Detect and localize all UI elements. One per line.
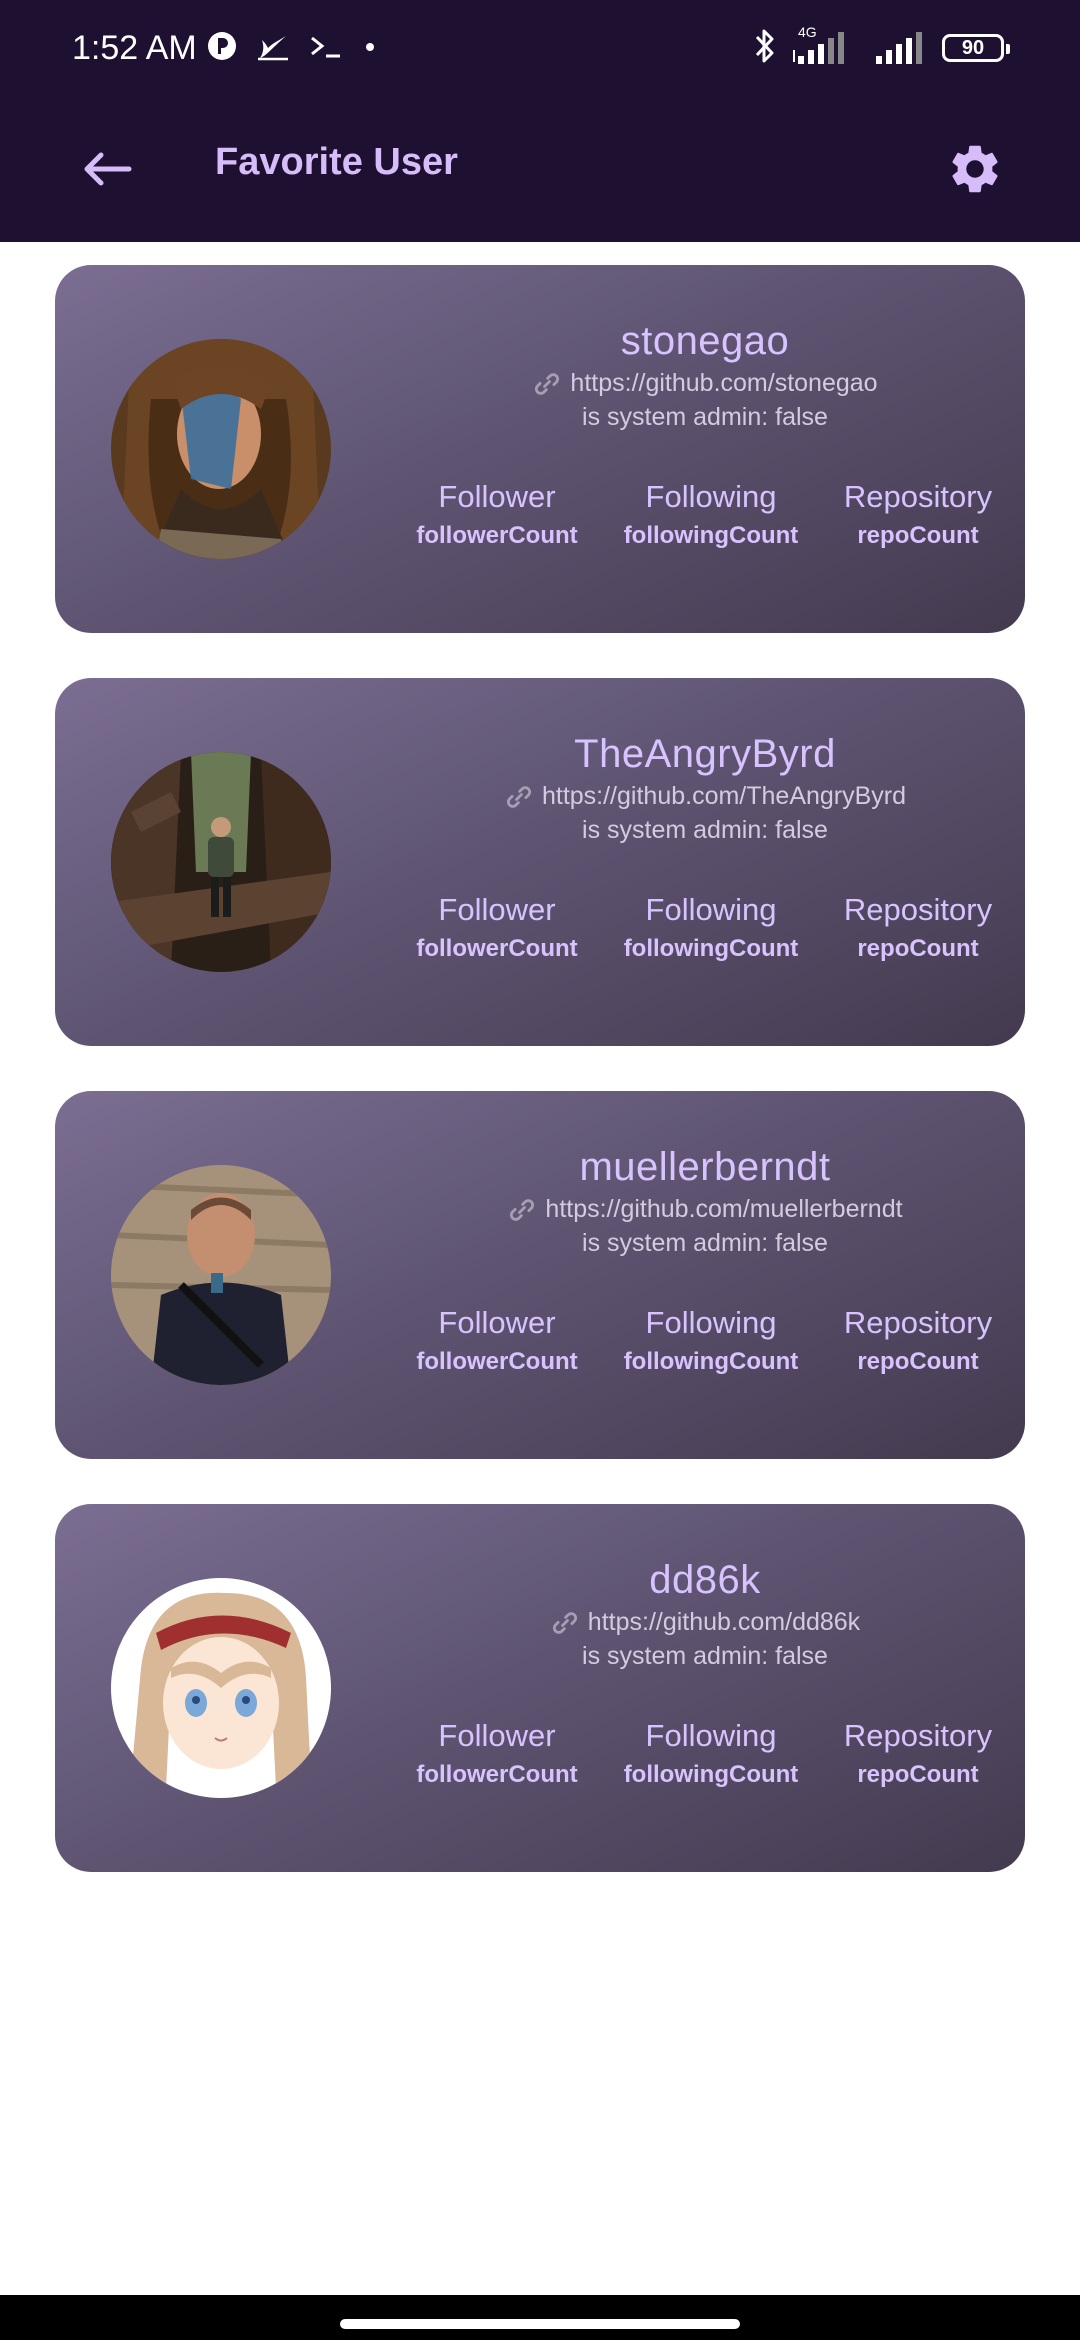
username: TheAngryByrd <box>574 732 836 776</box>
admin-status: is system admin: false <box>582 1642 828 1670</box>
stat-repository: Repository repoCount <box>818 888 1018 966</box>
stat-following: Following followingCount <box>611 888 811 966</box>
user-card[interactable]: stonegao https://github.com/stonegao is … <box>55 265 1025 633</box>
stat-value: followerCount <box>416 1761 578 1788</box>
notification-icon <box>206 30 238 67</box>
stat-value: repoCount <box>857 935 979 962</box>
terminal-icon <box>308 30 342 67</box>
stat-label: Repository <box>843 892 993 927</box>
stat-repository: Repository repoCount <box>818 1301 1018 1379</box>
stat-follower: Follower followerCount <box>397 888 597 966</box>
profile-url-row[interactable]: https://github.com/muellerberndt <box>355 1191 1025 1227</box>
link-icon <box>552 1612 577 1635</box>
page-title: Favorite User <box>215 141 458 183</box>
stat-repository: Repository repoCount <box>818 475 1018 553</box>
stat-value: followingCount <box>623 522 799 549</box>
stat-follower: Follower followerCount <box>397 1714 597 1792</box>
avatar <box>111 339 331 559</box>
dot-icon <box>360 30 380 67</box>
stats-row: Follower followerCount Following followi… <box>355 475 1025 565</box>
app-bar: Favorite User <box>0 96 1080 242</box>
stat-label: Repository <box>843 1305 993 1340</box>
stat-follower: Follower followerCount <box>397 1301 597 1379</box>
stat-label: Following <box>645 479 777 514</box>
profile-url-row[interactable]: https://github.com/dd86k <box>355 1604 1025 1640</box>
stat-value: followingCount <box>623 1761 799 1788</box>
admin-status: is system admin: false <box>582 1229 828 1257</box>
stat-value: followerCount <box>416 935 578 962</box>
profile-url-row[interactable]: https://github.com/TheAngryByrd <box>355 778 1025 814</box>
stats-row: Follower followerCount Following followi… <box>355 1301 1025 1391</box>
status-left-icons <box>206 28 380 68</box>
stat-label: Follower <box>438 1305 556 1340</box>
stat-following: Following followingCount <box>611 1714 811 1792</box>
avatar <box>111 1578 331 1798</box>
stat-following: Following followingCount <box>611 1301 811 1379</box>
stat-value: followingCount <box>623 935 799 962</box>
stat-label: Repository <box>843 479 993 514</box>
stat-value: followingCount <box>623 1348 799 1375</box>
stat-value: followerCount <box>416 1348 578 1375</box>
stat-label: Follower <box>438 1718 556 1753</box>
link-icon <box>510 1199 535 1222</box>
avatar <box>111 752 331 972</box>
stat-following: Following followingCount <box>611 475 811 553</box>
back-button[interactable] <box>72 134 142 204</box>
status-time: 1:52 AM <box>72 29 197 67</box>
arrow-back-icon <box>84 152 132 186</box>
profile-url[interactable]: https://github.com/TheAngryByrd <box>542 782 906 810</box>
battery-icon: 90 <box>942 34 1010 62</box>
stat-value: followerCount <box>416 522 578 549</box>
stat-value: repoCount <box>857 1348 979 1375</box>
home-indicator[interactable] <box>340 2319 740 2329</box>
profile-url-row[interactable]: https://github.com/stonegao <box>355 365 1025 401</box>
profile-url[interactable]: https://github.com/dd86k <box>588 1608 860 1636</box>
gear-icon <box>952 145 998 193</box>
username: stonegao <box>620 319 790 363</box>
stat-label: Follower <box>438 479 556 514</box>
user-card[interactable]: dd86k https://github.com/dd86k is system… <box>55 1504 1025 1872</box>
stat-value: repoCount <box>857 522 979 549</box>
user-card[interactable]: TheAngryByrd https://github.com/TheAngry… <box>55 678 1025 1046</box>
username: dd86k <box>649 1558 761 1602</box>
bluetooth-icon <box>752 26 778 71</box>
signal-icon-2 <box>872 26 928 71</box>
link-icon <box>535 373 560 396</box>
status-bar: 1:52 AM 4G 90 <box>0 0 1080 96</box>
navigation-bar <box>0 2295 1080 2340</box>
screen: 1:52 AM 4G 90 Favorite User stonegao htt… <box>0 0 1080 2340</box>
signal-icon: 4G <box>792 23 858 71</box>
stat-label: Following <box>645 1305 777 1340</box>
user-card[interactable]: muellerberndt https://github.com/mueller… <box>55 1091 1025 1459</box>
stat-value: repoCount <box>857 1761 979 1788</box>
stat-label: Following <box>645 1718 777 1753</box>
battery-level: 90 <box>961 37 985 59</box>
profile-url[interactable]: https://github.com/muellerberndt <box>545 1195 902 1223</box>
admin-status: is system admin: false <box>582 403 828 431</box>
stat-repository: Repository repoCount <box>818 1714 1018 1792</box>
stat-label: Follower <box>438 892 556 927</box>
profile-url[interactable]: https://github.com/stonegao <box>570 369 877 397</box>
stats-row: Follower followerCount Following followi… <box>355 1714 1025 1804</box>
status-right-icons: 4G 90 <box>752 23 1010 72</box>
admin-status: is system admin: false <box>582 816 828 844</box>
link-icon <box>506 786 531 809</box>
stats-row: Follower followerCount Following followi… <box>355 888 1025 978</box>
stat-label: Repository <box>843 1718 993 1753</box>
settings-button[interactable] <box>942 136 1008 202</box>
username: muellerberndt <box>579 1145 831 1189</box>
avatar <box>111 1165 331 1385</box>
feather-icon <box>256 30 290 67</box>
stat-follower: Follower followerCount <box>397 475 597 553</box>
stat-label: Following <box>645 892 777 927</box>
network-label: 4G <box>798 23 817 40</box>
